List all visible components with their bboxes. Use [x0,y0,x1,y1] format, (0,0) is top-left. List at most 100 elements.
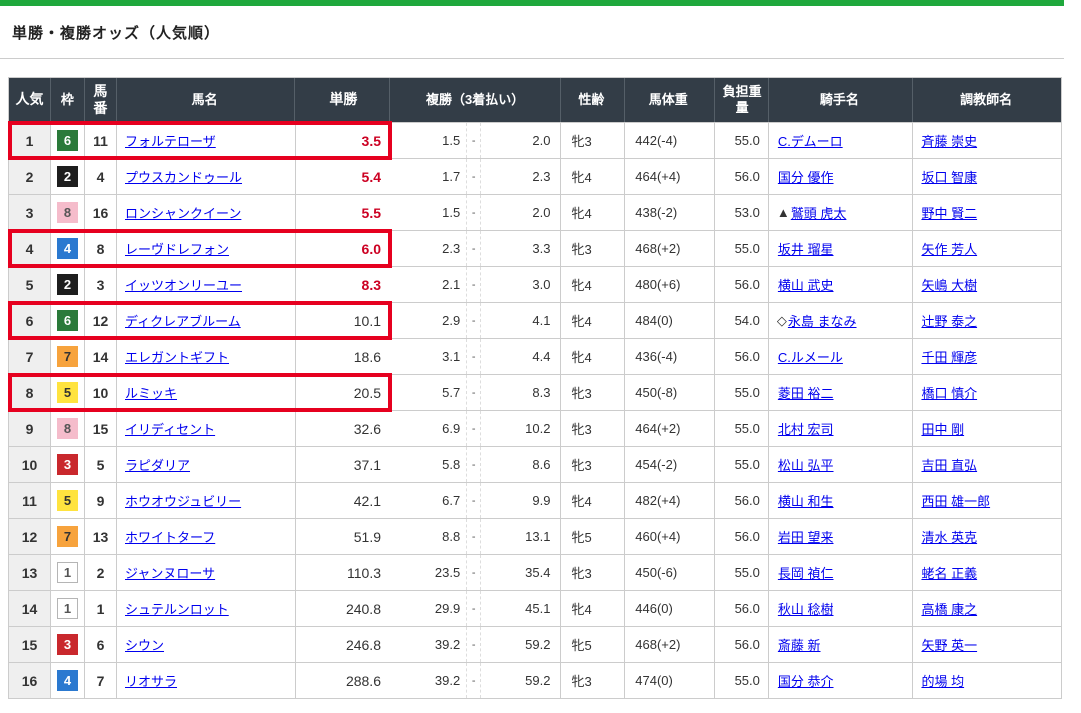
horse-name-link[interactable]: シウン [125,635,164,654]
jockey-link[interactable]: 北村 宏司 [778,419,834,438]
jockey-link[interactable]: 岩田 望来 [778,527,834,546]
horse-name-link[interactable]: ホワイトターフ [125,527,215,546]
trainer-link[interactable]: 西田 雄一郎 [921,491,990,510]
horse-weight-cell: 468(+2) [625,231,715,266]
jockey-link[interactable]: 斎藤 新 [778,635,821,654]
trainer-link[interactable]: 高橋 康之 [921,599,977,618]
place-odds-high: 2.3 [481,169,560,184]
frame-cell: 1 [51,555,85,590]
horse-name-link[interactable]: ジャンヌローサ [125,563,215,582]
trainer-link[interactable]: 千田 輝彦 [921,347,977,366]
table-row: 14 1 1 シュテルンロット 240.8 29.9 - 45.1 牝4 446… [9,590,1061,626]
horse-name-link[interactable]: ホウオウジュビリー [125,491,241,510]
load-weight-cell: 56.0 [715,519,769,554]
header-place: 複勝（3着払い） [390,78,561,122]
trainer-link[interactable]: 田中 剛 [921,419,964,438]
win-odds-cell: 3.5 [296,123,391,158]
jockey-link[interactable]: 国分 優作 [778,167,834,186]
jockey-link[interactable]: C.デムーロ [778,131,843,150]
place-odds-separator: - [467,231,481,266]
place-odds-high: 10.2 [481,421,560,436]
jockey-link[interactable]: 鷲頭 虎太 [791,203,847,222]
jockey-link[interactable]: 永島 まなみ [788,311,857,330]
jockey-cell: C.デムーロ [769,123,914,158]
sex-age-cell: 牝5 [561,627,625,662]
odds-table: 人気 枠 馬番 馬名 単勝 複勝（3着払い） 性齢 馬体重 負担重量 騎手名 調… [8,77,1062,699]
row-highlight-group: 16 4 7 リオサラ 288.6 [9,663,391,698]
jockey-link[interactable]: C.ルメール [778,347,843,366]
horse-name-link[interactable]: ラピダリア [125,455,190,474]
horse-name-link[interactable]: シュテルンロット [125,599,229,618]
table-row: 13 1 2 ジャンヌローサ 110.3 23.5 - 35.4 牝3 450(… [9,554,1061,590]
horse-name-cell: イッツオンリーユー [117,267,296,302]
accent-top-bar [0,0,1064,6]
jockey-link[interactable]: 坂井 瑠星 [778,239,834,258]
trainer-link[interactable]: 坂口 智康 [921,167,977,186]
table-row: 16 4 7 リオサラ 288.6 39.2 - 59.2 牝3 474(0) … [9,662,1061,698]
trainer-link[interactable]: 野中 賢二 [921,203,977,222]
jockey-cell: 岩田 望来 [769,519,914,554]
horse-name-link[interactable]: フォルテローザ [125,131,216,150]
horse-name-link[interactable]: レーヴドレフォン [125,239,229,258]
header-number: 馬番 [85,78,117,122]
frame-cell: 1 [51,591,85,626]
place-odds-separator: - [467,267,481,302]
horse-name-link[interactable]: イリディセント [125,419,215,438]
horse-name-link[interactable]: エレガントギフト [125,347,229,366]
row-highlight-group: 4 4 8 レーヴドレフォン 6.0 [9,231,391,266]
trainer-cell: 吉田 直弘 [913,447,1061,482]
trainer-link[interactable]: 斉藤 崇史 [921,131,977,150]
trainer-link[interactable]: 清水 英克 [921,527,977,546]
horse-name-link[interactable]: リオサラ [125,671,177,690]
jockey-link[interactable]: 松山 弘平 [778,455,834,474]
horse-name-link[interactable]: ロンシャンクイーン [125,203,241,222]
trainer-link[interactable]: 蛯名 正義 [921,563,977,582]
trainer-link[interactable]: 橋口 慎介 [921,383,977,402]
trainer-link[interactable]: 吉田 直弘 [921,455,977,474]
frame-cell: 6 [51,303,85,338]
horse-name-cell: ラピダリア [117,447,296,482]
trainer-link[interactable]: 的場 均 [921,671,964,690]
horse-name-link[interactable]: イッツオンリーユー [125,275,242,294]
place-odds-low: 8.8 [391,519,467,554]
load-weight-cell: 56.0 [715,159,769,194]
frame-badge: 6 [57,130,78,151]
horse-name-link[interactable]: ディクレアブルーム [125,311,241,330]
place-odds-high: 4.1 [481,313,560,328]
horse-weight-cell: 454(-2) [625,447,715,482]
place-odds-low: 2.3 [391,231,467,266]
trainer-link[interactable]: 矢作 芳人 [921,239,977,258]
horse-name-cell: シウン [117,627,296,662]
horse-name-cell: ホワイトターフ [117,519,296,554]
rank-cell: 16 [9,663,51,698]
win-odds-cell: 18.6 [296,339,391,374]
load-weight-cell: 56.0 [715,267,769,302]
load-weight-cell: 55.0 [715,447,769,482]
jockey-link[interactable]: 横山 和生 [778,491,834,510]
place-odds-high: 3.0 [481,277,560,292]
page-title: 単勝・複勝オッズ（人気順） [12,22,1081,43]
frame-cell: 7 [51,519,85,554]
sex-age-cell: 牝3 [561,555,625,590]
place-odds-separator: - [467,195,481,230]
horse-weight-cell: 484(0) [625,303,715,338]
sex-age-cell: 牝3 [561,411,625,446]
rank-cell: 9 [9,411,51,446]
horse-name-link[interactable]: プウスカンドゥール [125,167,242,186]
row-highlight-group: 9 8 15 イリディセント 32.6 [9,411,391,446]
trainer-link[interactable]: 矢嶋 大樹 [921,275,977,294]
trainer-link[interactable]: 辻野 泰之 [921,311,977,330]
jockey-link[interactable]: 横山 武史 [778,275,834,294]
jockey-link[interactable]: 菱田 裕二 [778,383,834,402]
frame-badge: 3 [57,634,78,655]
place-odds-separator: - [467,159,481,194]
horse-number-cell: 5 [85,447,117,482]
table-row: 6 6 12 ディクレアブルーム 10.1 2.9 - 4.1 牝4 484(0… [9,302,1061,338]
horse-name-link[interactable]: ルミッキ [125,383,177,402]
trainer-link[interactable]: 矢野 英一 [921,635,977,654]
jockey-link[interactable]: 長岡 禎仁 [778,563,834,582]
frame-cell: 3 [51,447,85,482]
rank-cell: 3 [9,195,51,230]
jockey-link[interactable]: 秋山 稔樹 [778,599,834,618]
jockey-link[interactable]: 国分 恭介 [778,671,834,690]
